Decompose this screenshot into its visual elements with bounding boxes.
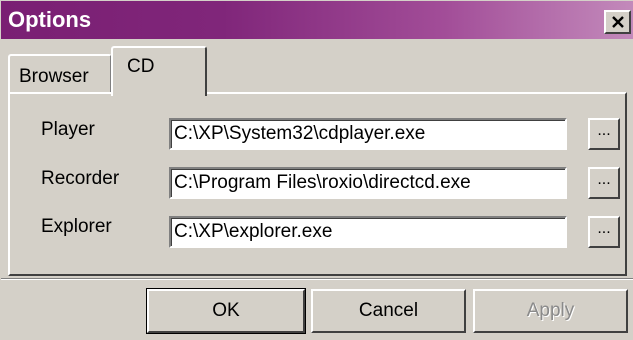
player-path-field[interactable]: C:\XP\System32\cdplayer.exe xyxy=(169,118,567,150)
player-browse-button[interactable]: ... xyxy=(588,118,620,150)
close-icon xyxy=(611,16,624,28)
cd-tab-panel: Player C:\XP\System32\cdplayer.exe ... R… xyxy=(8,92,627,276)
tab-cd-label: CD xyxy=(127,56,155,77)
recorder-path-value: C:\Program Files\roxio\directcd.exe xyxy=(174,172,471,193)
window-title: Options xyxy=(8,7,92,32)
tab-cd[interactable]: CD xyxy=(111,46,207,96)
options-dialog: Options Browser CD Player C:\XP\System32… xyxy=(0,0,633,340)
explorer-path-value: C:\XP\explorer.exe xyxy=(174,221,333,242)
divider xyxy=(1,278,633,280)
recorder-browse-button[interactable]: ... xyxy=(588,167,620,199)
apply-button[interactable]: Apply xyxy=(473,289,628,333)
close-button[interactable] xyxy=(604,10,631,34)
title-bar[interactable]: Options xyxy=(1,1,633,39)
ok-button[interactable]: OK xyxy=(146,288,306,334)
cancel-button[interactable]: Cancel xyxy=(311,289,466,333)
explorer-browse-button[interactable]: ... xyxy=(588,216,620,248)
tab-browser[interactable]: Browser xyxy=(8,54,112,94)
player-path-value: C:\XP\System32\cdplayer.exe xyxy=(174,123,426,144)
player-label: Player xyxy=(41,119,95,140)
explorer-path-field[interactable]: C:\XP\explorer.exe xyxy=(169,216,567,248)
explorer-label: Explorer xyxy=(41,216,112,237)
recorder-path-field[interactable]: C:\Program Files\roxio\directcd.exe xyxy=(169,167,567,199)
tab-browser-label: Browser xyxy=(19,66,89,87)
recorder-label: Recorder xyxy=(41,168,120,189)
